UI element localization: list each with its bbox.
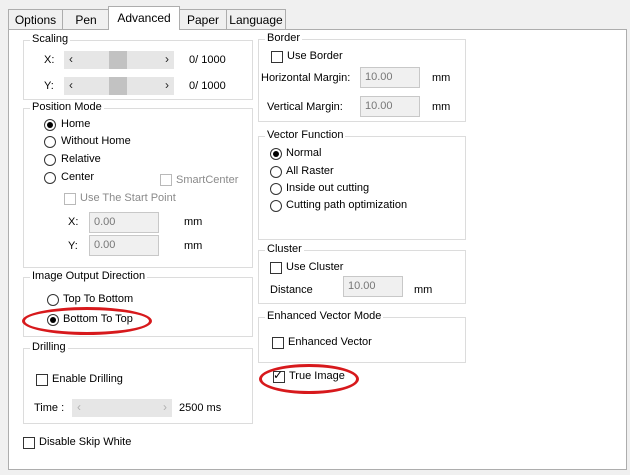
position-mode-group: Position Mode Home Without Home Relative… [23, 101, 253, 268]
use-start-point-label: Use The Start Point [80, 192, 176, 204]
radio-all-raster[interactable] [270, 166, 282, 178]
cluster-group: Cluster Use Cluster Distance 10.00 mm [258, 243, 466, 304]
radio-all-raster-label: All Raster [286, 165, 334, 177]
tab-paper[interactable]: Paper [178, 9, 228, 29]
radio-inside-out-cutting-label: Inside out cutting [286, 182, 370, 194]
radio-inside-out-cutting[interactable] [270, 183, 282, 195]
checkmark-icon: ✓ [273, 368, 284, 382]
enhanced-vector-mode-group: Enhanced Vector Mode Enhanced Vector [258, 310, 466, 363]
scaling-y-slider[interactable]: ‹ › [64, 77, 174, 95]
radio-cutting-path-optimization[interactable] [270, 200, 282, 212]
smart-center-checkbox[interactable] [160, 174, 172, 186]
tab-pen[interactable]: Pen [62, 9, 110, 29]
scaling-x-value: 0/ 1000 [189, 54, 226, 66]
scaling-title: Scaling [30, 33, 71, 45]
enable-drilling-label: Enable Drilling [52, 373, 123, 385]
cluster-distance-unit: mm [414, 284, 433, 296]
tab-options[interactable]: Options [8, 9, 63, 29]
start-y-unit: mm [184, 240, 203, 252]
border-group: Border Use Border Horizontal Margin: 10.… [258, 32, 466, 122]
radio-relative[interactable] [44, 154, 56, 166]
tab-label: Paper [186, 13, 220, 27]
use-border-label: Use Border [287, 50, 343, 62]
true-image-checkbox[interactable]: ✓ [273, 368, 285, 383]
chevron-left-icon[interactable]: ‹ [64, 77, 78, 95]
scaling-y-value: 0/ 1000 [189, 80, 226, 92]
start-x-unit: mm [184, 216, 203, 228]
use-cluster-checkbox[interactable] [270, 262, 282, 274]
start-x-input[interactable]: 0.00 [89, 212, 159, 233]
tab-label: Advanced [117, 11, 171, 25]
use-start-point-checkbox[interactable] [64, 193, 76, 205]
vector-function-group: Vector Function Normal All Raster Inside… [258, 129, 466, 240]
radio-cutting-path-optimization-label: Cutting path optimization [286, 199, 408, 211]
use-cluster-label: Use Cluster [286, 261, 344, 273]
scaling-group: Scaling X: ‹ › 0/ 1000 Y: ‹ › 0/ 1000 [23, 33, 253, 100]
vertical-margin-input[interactable]: 10.00 [360, 96, 420, 117]
chevron-right-icon[interactable]: › [160, 51, 174, 69]
radio-without-home[interactable] [44, 136, 56, 148]
radio-home[interactable] [44, 119, 56, 131]
tab-label: Pen [75, 13, 97, 27]
image-output-direction-title: Image Output Direction [30, 270, 148, 282]
enhanced-vector-label: Enhanced Vector [288, 336, 372, 348]
radio-top-to-bottom-label: Top To Bottom [63, 293, 134, 305]
cluster-distance-input[interactable]: 10.00 [343, 276, 403, 297]
drilling-time-value: 2500 ms [179, 402, 222, 414]
tab-language[interactable]: Language [226, 9, 286, 29]
radio-relative-label: Relative [61, 153, 101, 165]
cluster-title: Cluster [265, 243, 304, 255]
tab-label: Language [229, 13, 283, 27]
slider-thumb[interactable] [109, 51, 127, 69]
vertical-margin-unit: mm [432, 101, 451, 113]
slider-thumb[interactable] [109, 77, 127, 95]
radio-normal[interactable] [270, 148, 282, 160]
enhanced-vector-checkbox[interactable] [272, 337, 284, 349]
vector-function-title: Vector Function [265, 129, 346, 141]
start-y-label: Y: [68, 240, 78, 252]
chevron-right-icon[interactable]: › [158, 399, 172, 417]
horizontal-margin-label: Horizontal Margin: [261, 72, 351, 84]
radio-top-to-bottom[interactable] [47, 294, 59, 306]
radio-home-label: Home [61, 118, 91, 130]
tab-label: Options [14, 13, 57, 27]
scaling-x-label: X: [44, 54, 55, 66]
border-title: Border [265, 32, 303, 44]
advanced-panel: Scaling X: ‹ › 0/ 1000 Y: ‹ › 0/ 1000 Po… [8, 29, 627, 470]
radio-bottom-to-top-label: Bottom To Top [63, 313, 133, 325]
cluster-distance-label: Distance [270, 284, 313, 296]
radio-center-label: Center [61, 171, 95, 183]
radio-center[interactable] [44, 172, 56, 184]
enhanced-vector-mode-title: Enhanced Vector Mode [265, 310, 384, 322]
tab-advanced[interactable]: Advanced [108, 6, 180, 30]
disable-skip-white-label: Disable Skip White [39, 436, 132, 448]
drilling-time-slider[interactable]: ‹ › [72, 399, 172, 417]
true-image-label: True Image [289, 370, 345, 382]
start-y-input[interactable]: 0.00 [89, 235, 159, 256]
radio-without-home-label: Without Home [61, 135, 131, 147]
horizontal-margin-input[interactable]: 10.00 [360, 67, 420, 88]
start-x-label: X: [68, 216, 79, 228]
chevron-left-icon[interactable]: ‹ [64, 51, 78, 69]
radio-normal-label: Normal [286, 147, 322, 159]
image-output-direction-group: Image Output Direction Top To Bottom Bot… [23, 270, 253, 337]
drilling-title: Drilling [30, 341, 68, 353]
position-mode-title: Position Mode [30, 101, 104, 113]
scaling-x-slider[interactable]: ‹ › [64, 51, 174, 69]
radio-bottom-to-top[interactable] [47, 314, 59, 326]
chevron-right-icon[interactable]: › [160, 77, 174, 95]
horizontal-margin-unit: mm [432, 72, 451, 84]
scaling-y-label: Y: [44, 80, 54, 92]
drilling-group: Drilling Enable Drilling Time : ‹ › 2500… [23, 341, 253, 424]
drilling-time-label: Time : [34, 402, 65, 414]
vertical-margin-label: Vertical Margin: [267, 101, 343, 113]
use-border-checkbox[interactable] [271, 51, 283, 63]
enable-drilling-checkbox[interactable] [36, 374, 48, 386]
smart-center-label: SmartCenter [176, 174, 239, 186]
chevron-left-icon[interactable]: ‹ [72, 399, 86, 417]
disable-skip-white-checkbox[interactable] [23, 437, 35, 449]
